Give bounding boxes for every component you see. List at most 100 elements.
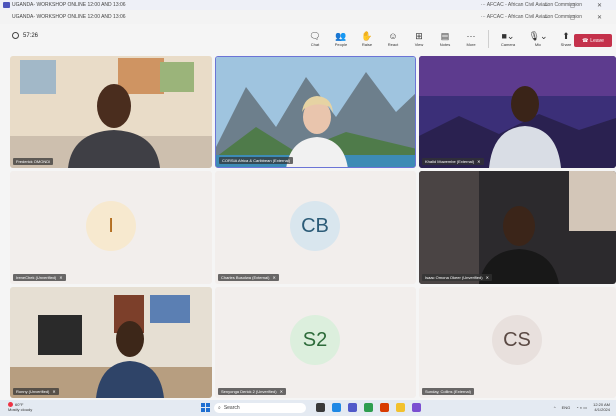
people-button[interactable]: 👥 People — [330, 26, 352, 52]
task-view-icon[interactable] — [316, 403, 325, 412]
avatar-initials: S2 — [302, 328, 328, 351]
taskbar-app-icon[interactable] — [332, 403, 341, 412]
people-label: People — [334, 42, 348, 47]
mic-muted-icon: ✕ — [52, 389, 56, 394]
mic-label: Mic — [534, 42, 542, 47]
raise-hand-button[interactable]: ✋ Raise — [356, 26, 378, 52]
teams-logo-icon — [3, 2, 10, 8]
participant-tile[interactable]: S2 Senyonga Derick 2 (Unverified) ✕ — [215, 287, 416, 398]
view-button[interactable]: ⊞ View — [408, 26, 430, 52]
participant-nametag: Frederick OMONDI — [13, 158, 54, 165]
react-button[interactable]: ☺ React — [382, 26, 404, 52]
participant-name: Khalid Muwembe (External) — [425, 159, 475, 164]
participant-avatar: CS — [492, 315, 542, 365]
window-controls-icon[interactable]: – ▢ ✕ — [545, 14, 612, 21]
participant-video-frederick — [10, 56, 212, 168]
taskbar-search[interactable]: ⌕ Search — [214, 403, 306, 413]
notes-button[interactable]: ▤ Notes — [434, 26, 456, 52]
participant-tile[interactable]: Isaac Omona Okeer (Unverified) ✕ — [419, 171, 616, 284]
participant-nametag: Ronny (Unverified) ✕ — [13, 388, 59, 395]
participant-avatar: S2 — [290, 315, 340, 365]
timer-value: 57:26 — [23, 32, 39, 39]
mic-muted-icon: ✕ — [477, 159, 481, 164]
participant-name: Ronny (Unverified) — [16, 389, 50, 394]
raise-hand-icon: ✋ — [361, 31, 373, 41]
people-icon: 👥 — [335, 31, 347, 41]
window-titlebar-1: UGANDA- WORKSHOP ONLINE 12:00 AND 13:06 … — [0, 0, 616, 10]
mic-icon: 🎙⌄ — [528, 31, 548, 41]
participant-name: Senyonga Derick 2 (Unverified) — [221, 389, 277, 394]
react-icon: ☺ — [388, 31, 398, 41]
weather-desc: Mostly cloudy — [8, 407, 33, 413]
teams-taskbar-icon[interactable] — [348, 403, 357, 412]
toolbar-divider — [488, 30, 489, 48]
weather-temp: 60°F — [15, 402, 24, 407]
mic-button[interactable]: 🎙⌄ Mic — [525, 26, 551, 52]
participant-nametag: Isaac Omona Okeer (Unverified) ✕ — [422, 274, 492, 281]
taskbar-app-icon[interactable] — [412, 403, 421, 412]
notes-label: Notes — [439, 42, 451, 47]
participant-tile[interactable]: CORSIA Africa & Caribbean (External) — [215, 56, 416, 168]
start-button-icon[interactable] — [201, 403, 210, 412]
search-icon: ⌕ — [218, 405, 221, 411]
view-icon: ⊞ — [415, 31, 423, 41]
window-title-2: UGANDA- WORKSHOP ONLINE 12:00 AND 13:06 — [12, 14, 126, 20]
participant-tile[interactable]: CB Charles Busolwa (External) ✕ — [215, 171, 416, 284]
participant-tile[interactable]: I IreneChek (Unverified) ✕ — [10, 171, 212, 284]
avatar-initials: CB — [301, 214, 329, 237]
wifi-volume-battery-icon[interactable]: ◔ ◖ ▭ — [576, 405, 587, 410]
more-icon: ··· — [466, 31, 476, 41]
leave-label: Leave — [590, 37, 604, 44]
meeting-toolbar: 57:26 🗨 Chat 👥 People ✋ Raise ☺ React ⊞ View … — [0, 24, 616, 54]
mic-muted-icon: ✕ — [485, 275, 489, 280]
system-clock[interactable]: 12:20 AM 4/1/2024 — [593, 402, 610, 412]
powerpoint-taskbar-icon[interactable] — [380, 403, 389, 412]
participant-nametag: Sunday, Collins (External) — [422, 388, 474, 395]
window-titlebar-2: UGANDA- WORKSHOP ONLINE 12:00 AND 13:06 … — [0, 10, 616, 24]
window-controls-icon[interactable]: – ▢ ✕ — [545, 2, 612, 9]
chat-icon: 🗨 — [309, 31, 321, 41]
participant-avatar: CB — [290, 201, 340, 251]
search-placeholder: Search — [223, 405, 240, 411]
participant-video-khalid — [419, 56, 616, 168]
language-indicator[interactable]: ENG — [562, 405, 571, 410]
camera-icon: ■⌄ — [501, 31, 515, 41]
participant-tile[interactable]: Khalid Muwembe (External) ✕ — [419, 56, 616, 168]
camera-label: Camera — [500, 42, 516, 47]
timer-icon — [12, 32, 19, 39]
chrome-taskbar-icon[interactable] — [364, 403, 373, 412]
participant-name: CORSIA Africa & Caribbean (External) — [222, 158, 291, 163]
file-explorer-icon[interactable] — [396, 403, 405, 412]
avatar-initials: CS — [503, 328, 531, 351]
leave-button[interactable]: ☎ Leave — [574, 34, 612, 47]
chat-label: Chat — [310, 42, 320, 47]
more-label: More — [466, 42, 476, 47]
mic-muted-icon: ✕ — [59, 275, 63, 280]
weather-widget[interactable]: 60°F Mostly cloudy — [8, 402, 32, 412]
camera-button[interactable]: ■⌄ Camera — [495, 26, 521, 52]
phone-hangup-icon: ☎ — [582, 37, 589, 44]
mic-muted-icon: ✕ — [272, 275, 276, 280]
participant-nametag: Khalid Muwembe (External) ✕ — [422, 158, 484, 165]
raise-label: Raise — [361, 42, 373, 47]
participant-name: Charles Busolwa (External) — [221, 275, 270, 280]
participant-nametag: Senyonga Derick 2 (Unverified) ✕ — [218, 388, 286, 395]
participant-grid: Frederick OMONDI CORSIA Africa & Caribbe… — [10, 56, 616, 398]
view-label: View — [414, 42, 424, 47]
participant-tile[interactable]: CS Sunday, Collins (External) — [419, 287, 616, 398]
participant-nametag: CORSIA Africa & Caribbean (External) — [219, 157, 294, 164]
participant-tile[interactable]: Frederick OMONDI — [10, 56, 212, 168]
clock-date: 4/1/2024 — [594, 407, 610, 412]
participant-name: IreneChek (Unverified) — [16, 275, 57, 280]
participant-nametag: Charles Busolwa (External) ✕ — [218, 274, 279, 281]
chat-button[interactable]: 🗨 Chat — [304, 26, 326, 52]
avatar-initials: I — [108, 214, 114, 237]
participant-tile[interactable]: Ronny (Unverified) ✕ — [10, 287, 212, 398]
participant-nametag: IreneChek (Unverified) ✕ — [13, 274, 66, 281]
participant-video-isaac — [419, 171, 616, 284]
tray-chevron-icon[interactable]: ^ — [554, 405, 556, 410]
share-label: Share — [560, 42, 572, 47]
more-button[interactable]: ··· More — [460, 26, 482, 52]
system-tray: ^ ENG ◔ ◖ ▭ 12:20 AM 4/1/2024 — [554, 402, 610, 412]
participant-avatar: I — [86, 201, 136, 251]
